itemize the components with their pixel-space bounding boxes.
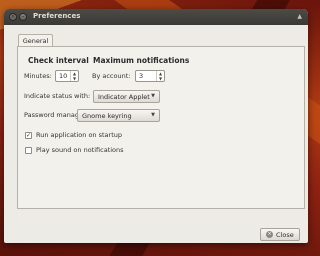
- indicate-status-label: Indicate status with:: [24, 92, 91, 100]
- run-on-startup-checkbox[interactable]: ✓: [25, 132, 32, 139]
- play-sound-checkbox[interactable]: [25, 147, 32, 154]
- spin-arrows-icon[interactable]: ▲ ▼: [70, 71, 78, 81]
- by-account-spinbox[interactable]: 3 ▲ ▼: [135, 70, 165, 82]
- by-account-value: 3: [139, 72, 144, 80]
- password-manager-combo[interactable]: Gnome keyring ▼: [77, 109, 160, 122]
- close-button[interactable]: × Close: [260, 228, 300, 241]
- close-window-icon[interactable]: ×: [9, 13, 17, 21]
- run-on-startup-label[interactable]: Run application on startup: [36, 131, 122, 139]
- maximize-window-icon[interactable]: ▲: [297, 13, 302, 20]
- window-title: Preferences: [33, 12, 81, 20]
- check-interval-heading: Check interval: [28, 56, 89, 65]
- password-manager-value: Gnome keyring: [82, 112, 132, 120]
- close-icon: ×: [266, 231, 273, 238]
- chevron-down-icon: ▼: [151, 93, 155, 99]
- by-account-label: By account:: [92, 72, 131, 80]
- spin-arrows-icon[interactable]: ▲ ▼: [156, 71, 164, 81]
- indicate-status-combo[interactable]: Indicator Applet ▼: [93, 90, 160, 103]
- minutes-label: Minutes:: [24, 72, 52, 80]
- minimize-window-icon[interactable]: –: [19, 13, 27, 21]
- indicate-status-value: Indicator Applet: [98, 93, 150, 101]
- general-panel: Check interval Maximum notifications Min…: [17, 46, 305, 209]
- close-button-label: Close: [276, 231, 294, 239]
- minutes-value: 10: [59, 72, 68, 80]
- title-bar[interactable]: × – Preferences ▲: [4, 9, 308, 25]
- preferences-window: × – Preferences ▲ General Check interval…: [4, 9, 308, 243]
- max-notifications-heading: Maximum notifications: [93, 56, 190, 65]
- minutes-spinbox[interactable]: 10 ▲ ▼: [55, 70, 79, 82]
- chevron-down-icon: ▼: [151, 112, 155, 118]
- play-sound-label[interactable]: Play sound on notifications: [36, 146, 124, 154]
